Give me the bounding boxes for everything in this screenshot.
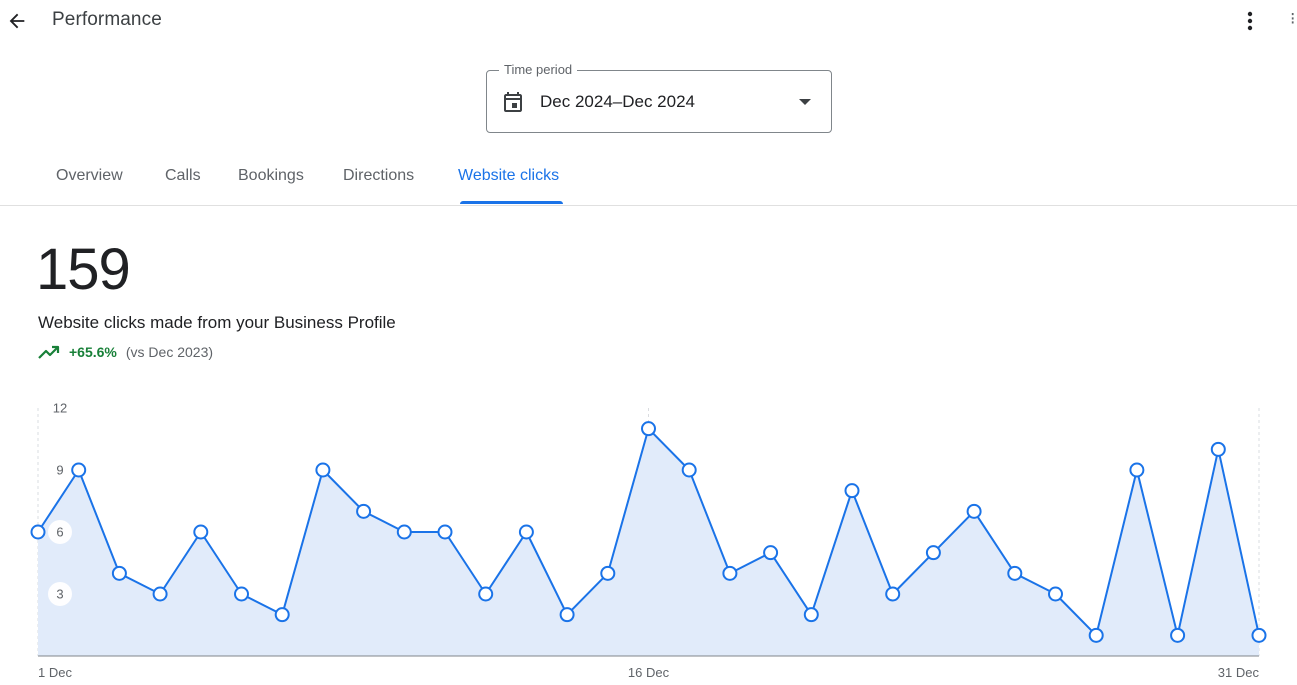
calendar-icon bbox=[504, 92, 522, 112]
tab-bar: Overview Calls Bookings Directions Websi… bbox=[0, 158, 1297, 206]
data-point bbox=[681, 462, 697, 478]
data-point bbox=[30, 524, 46, 540]
data-point bbox=[600, 565, 616, 581]
tab-website-clicks[interactable]: Website clicks bbox=[458, 167, 559, 185]
data-point bbox=[437, 524, 453, 540]
metric-caption: Website clicks made from your Business P… bbox=[38, 313, 396, 332]
data-point bbox=[518, 524, 534, 540]
data-point bbox=[193, 524, 209, 540]
metric-total: 159 bbox=[36, 237, 131, 302]
y-tick-label: 3 bbox=[56, 587, 63, 602]
data-point bbox=[274, 607, 290, 623]
data-point bbox=[1251, 627, 1267, 643]
data-point bbox=[1210, 441, 1226, 457]
tab-overview[interactable]: Overview bbox=[56, 167, 123, 185]
data-point bbox=[844, 483, 860, 499]
data-point bbox=[356, 503, 372, 519]
more-vert-icon bbox=[1247, 11, 1253, 31]
data-point bbox=[396, 524, 412, 540]
more-options-button[interactable] bbox=[1238, 8, 1262, 34]
trend-change: +65.6% bbox=[69, 344, 117, 360]
data-point bbox=[763, 545, 779, 561]
y-tick-label: 6 bbox=[56, 525, 63, 540]
arrow-back-icon bbox=[9, 13, 25, 29]
time-period-label: Time period bbox=[499, 62, 578, 77]
y-tick-label: 9 bbox=[56, 463, 63, 478]
data-point bbox=[559, 607, 575, 623]
data-point bbox=[1007, 565, 1023, 581]
area-fill bbox=[38, 428, 1259, 656]
data-point bbox=[111, 565, 127, 581]
trend-comparison: (vs Dec 2023) bbox=[125, 344, 214, 360]
trend-row: +65.6% (vs Dec 2023) bbox=[38, 342, 213, 362]
top-bar: Performance ⁝ bbox=[0, 0, 1297, 42]
data-point bbox=[1129, 462, 1145, 478]
data-point bbox=[885, 586, 901, 602]
tab-calls[interactable]: Calls bbox=[165, 167, 201, 185]
data-point bbox=[966, 503, 982, 519]
data-point bbox=[925, 545, 941, 561]
data-point bbox=[641, 421, 656, 437]
back-button[interactable] bbox=[4, 8, 30, 34]
data-point bbox=[803, 607, 819, 623]
tab-directions[interactable]: Directions bbox=[343, 167, 414, 185]
time-period-select[interactable]: Time period Dec 2024–Dec 2024 bbox=[486, 62, 832, 133]
data-point bbox=[234, 586, 249, 602]
data-point bbox=[1048, 586, 1063, 602]
data-point bbox=[478, 586, 494, 602]
y-tick-label: 12 bbox=[53, 401, 67, 416]
data-point bbox=[1170, 627, 1186, 643]
trending-up-icon bbox=[38, 345, 60, 359]
website-clicks-chart: 3 6 9 12 1 Dec 16 Dec 31 Dec bbox=[30, 401, 1267, 680]
time-period-value: Dec 2024–Dec 2024 bbox=[540, 92, 696, 111]
data-point bbox=[1088, 627, 1104, 643]
x-tick-label: 1 Dec bbox=[38, 665, 72, 680]
active-tab-indicator bbox=[460, 201, 563, 204]
page-title: Performance bbox=[52, 9, 162, 30]
data-point bbox=[722, 565, 738, 581]
arrow-drop-down-icon bbox=[799, 99, 811, 105]
data-point bbox=[71, 462, 87, 478]
x-tick-label: 16 Dec bbox=[628, 665, 670, 680]
data-point bbox=[315, 462, 331, 478]
close-icon[interactable]: ⁝ bbox=[1290, 9, 1295, 29]
x-tick-label: 31 Dec bbox=[1218, 665, 1260, 680]
data-point bbox=[152, 586, 168, 602]
tab-bookings[interactable]: Bookings bbox=[238, 167, 304, 185]
